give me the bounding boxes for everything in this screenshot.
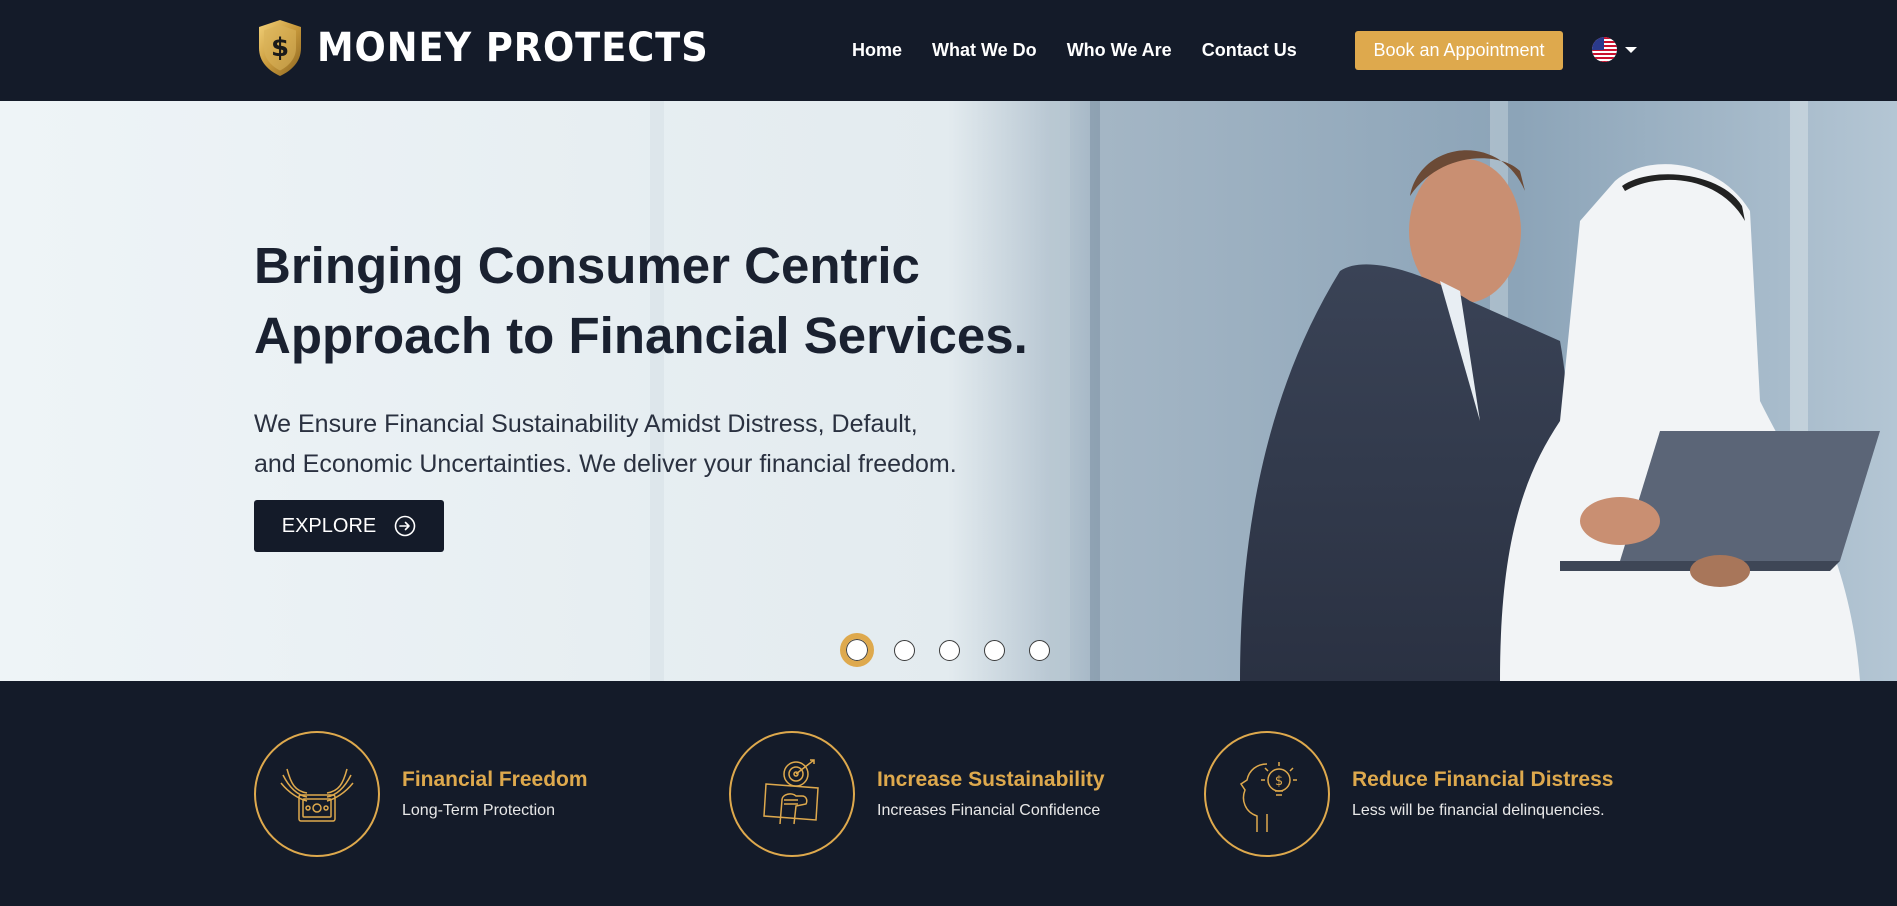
- logo-text: MONEY PROTECTS: [317, 25, 709, 71]
- book-appointment-button[interactable]: Book an Appointment: [1355, 31, 1563, 70]
- hero-background-image: [0, 101, 1897, 681]
- nav-what-we-do[interactable]: What We Do: [932, 40, 1037, 61]
- slider-pagination: [840, 633, 1074, 667]
- feature-text: Financial Freedom Long-Term Protection: [402, 768, 588, 820]
- head-idea-icon: $: [1239, 762, 1297, 832]
- features-strip: Financial Freedom Long-Term Protection I…: [0, 681, 1897, 906]
- svg-text:$: $: [271, 33, 289, 63]
- slide-dot-5[interactable]: [1029, 639, 1050, 661]
- feature-text: Reduce Financial Distress Less will be f…: [1352, 768, 1613, 820]
- slide-dot-2[interactable]: [894, 639, 915, 661]
- hero-title: Bringing Consumer Centric Approach to Fi…: [254, 231, 1028, 371]
- hero-title-line-2: Approach to Financial Services.: [254, 307, 1028, 364]
- feature-increase-sustainability: Increase Sustainability Increases Financ…: [729, 731, 1105, 857]
- feature-title: Increase Sustainability: [877, 768, 1105, 791]
- slide-dot-3[interactable]: [939, 639, 960, 661]
- shield-dollar-icon: $: [259, 20, 301, 76]
- nav-contact-us[interactable]: Contact Us: [1202, 40, 1297, 61]
- us-flag-icon: [1592, 37, 1617, 62]
- explore-button[interactable]: EXPLORE: [254, 500, 444, 552]
- feature-icon-circle: $: [1204, 731, 1330, 857]
- feature-icon-circle: [729, 731, 855, 857]
- logo[interactable]: $ MONEY PROTECTS: [255, 18, 743, 78]
- feature-icon-circle: [254, 731, 380, 857]
- slide-dot-4[interactable]: [984, 639, 1005, 661]
- arrow-right-circle-icon: [394, 515, 416, 537]
- feature-subtitle: Long-Term Protection: [402, 802, 555, 819]
- hero-subtitle-line-1: We Ensure Financial Sustainability Amids…: [254, 410, 918, 438]
- explore-label: EXPLORE: [281, 514, 377, 537]
- feature-subtitle: Increases Financial Confidence: [877, 802, 1101, 819]
- feature-financial-freedom: Financial Freedom Long-Term Protection: [254, 731, 588, 857]
- feature-title: Financial Freedom: [402, 768, 588, 791]
- hero-title-line-1: Bringing Consumer Centric: [254, 237, 920, 294]
- feature-text: Increase Sustainability Increases Financ…: [877, 768, 1105, 820]
- chevron-down-icon: [1625, 46, 1637, 53]
- feature-reduce-financial-distress: $ Reduce Financial Distress Less will be…: [1204, 731, 1613, 857]
- feature-subtitle: Less will be financial delinquencies.: [1352, 802, 1605, 819]
- nav-who-we-are[interactable]: Who We Are: [1067, 40, 1172, 61]
- svg-text:$: $: [1275, 774, 1283, 789]
- hero-subtitle-line-2: and Economic Uncertainties. We deliver y…: [254, 450, 957, 478]
- feature-title: Reduce Financial Distress: [1352, 768, 1614, 791]
- slide-dot-1[interactable]: [840, 633, 874, 667]
- language-selector[interactable]: [1592, 37, 1637, 62]
- target-fist-icon: [763, 759, 819, 825]
- site-header: $ MONEY PROTECTS Home What We Do Who We …: [0, 0, 1897, 101]
- hero-banner: Bringing Consumer Centric Approach to Fi…: [0, 101, 1897, 681]
- hero-subtitle: We Ensure Financial Sustainability Amids…: [254, 404, 957, 484]
- nav-home[interactable]: Home: [852, 40, 902, 61]
- winged-money-icon: [280, 768, 354, 822]
- main-nav: Home What We Do Who We Are Contact Us: [852, 40, 1327, 61]
